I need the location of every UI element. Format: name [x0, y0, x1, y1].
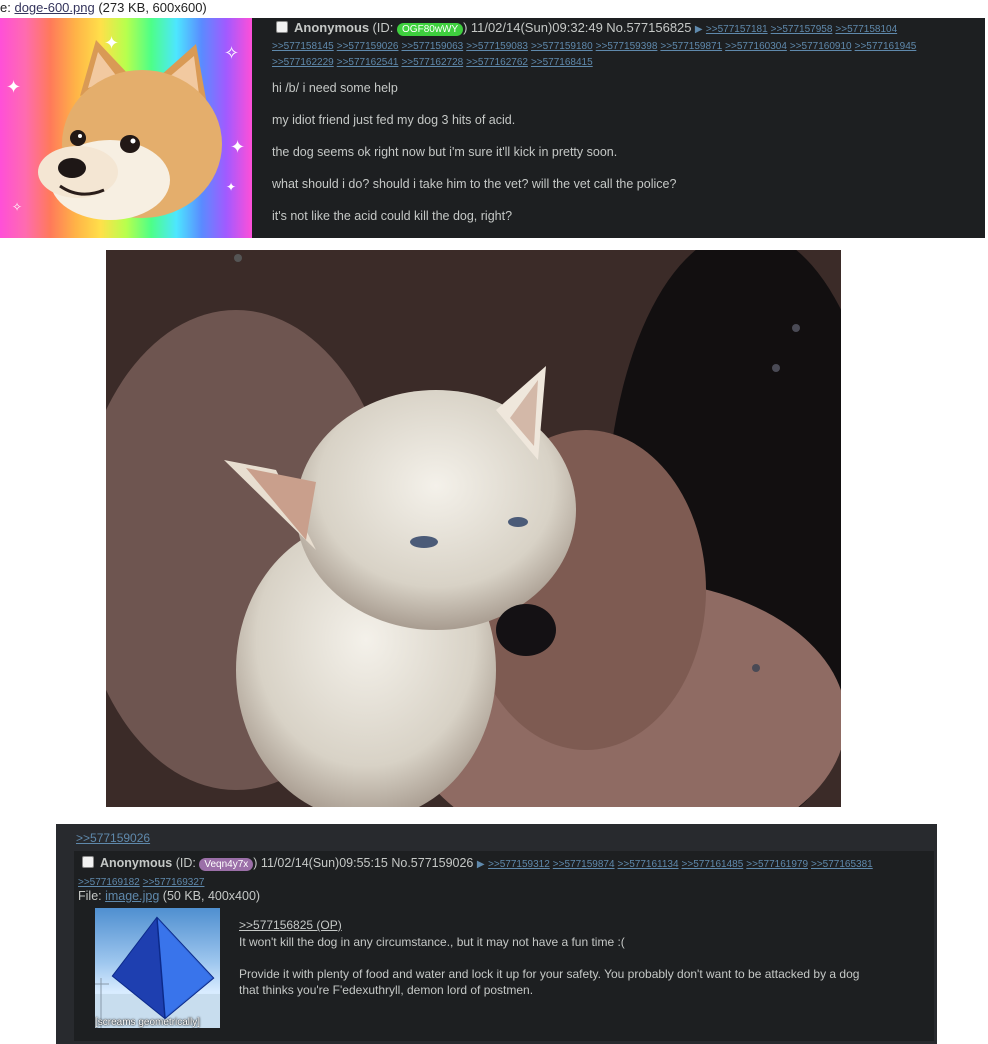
op-message-line: hi /b/ i need some help [272, 81, 398, 95]
op-post: ✦ ✦ ✧ ✦ ✧ ✦ Anonymous (ID: OGF80wWY) 11/… [0, 18, 985, 238]
op-menu-arrow-icon[interactable]: ▶ [695, 24, 703, 35]
reply-op-quote-link[interactable]: >>577156825 (OP) [239, 918, 342, 932]
op-id-open: (ID: [372, 20, 398, 35]
op-message-line: it's not like the acid could kill the do… [272, 209, 513, 223]
op-post-header: Anonymous (ID: OGF80wWY) 11/02/14(Sun)09… [276, 20, 900, 36]
op-backlink[interactable]: >>577157958 [771, 24, 833, 35]
op-backlink[interactable]: >>577157181 [706, 24, 768, 35]
reply-poster-name: Anonymous [100, 856, 173, 870]
op-backlink[interactable]: >>577159180 [531, 41, 593, 52]
op-backlink[interactable]: >>577168415 [531, 57, 593, 68]
op-message-line: my idiot friend just fed my dog 3 hits o… [272, 113, 516, 127]
doge-face-icon [38, 40, 222, 220]
op-file-link[interactable]: doge-600.png [14, 0, 94, 15]
reply-file-label: File: [78, 889, 106, 903]
reply-post-header: Anonymous (ID: Veqn4y7x) 11/02/14(Sun)09… [82, 856, 876, 871]
op-backlinks-line1: >>577157181 >>577157958 >>577158104 [706, 21, 900, 35]
op-backlink[interactable]: >>577159398 [596, 41, 658, 52]
reply-backlink[interactable]: >>577159874 [553, 859, 615, 870]
blue-octahedron-icon [95, 916, 220, 1028]
op-backlink[interactable]: >>577162762 [466, 57, 528, 68]
reply-text-line: Provide it with plenty of food and water… [239, 967, 860, 981]
op-thumbnail-doge[interactable]: ✦ ✦ ✧ ✦ ✧ ✦ [0, 18, 252, 238]
op-backlink[interactable]: >>577159871 [660, 41, 722, 52]
reply-poster-id-badge[interactable]: Veqn4y7x [199, 858, 254, 871]
reply-backlink[interactable]: >>577169182 [78, 877, 140, 888]
op-backlink[interactable]: >>577158145 [272, 41, 334, 52]
op-file-info: e: doge-600.png (273 KB, 600x600) [0, 0, 260, 18]
reply-backlink[interactable]: >>577169327 [143, 877, 205, 888]
op-message-line: the dog seems ok right now but i'm sure … [272, 145, 618, 159]
op-backlinks-line3: >>577162229 >>577162541 >>577162728 >>57716… [272, 54, 596, 68]
reply-id-open: (ID: [175, 856, 200, 870]
reply-backlink[interactable]: >>577161979 [746, 859, 808, 870]
reply-backlinks-line2: >>577169182 >>577169327 [78, 874, 207, 888]
reply-backlink[interactable]: >>577161134 [618, 859, 679, 870]
op-backlink[interactable]: >>577158104 [835, 24, 897, 35]
op-post-datetime: 11/02/14(Sun)09:32:49 [470, 20, 603, 35]
reply-post-datetime: 11/02/14(Sun)09:55:15 [260, 856, 388, 870]
op-post-checkbox[interactable] [276, 21, 288, 33]
reply-text-line: It won't kill the dog in any circumstanc… [239, 935, 625, 949]
op-backlink[interactable]: >>577160304 [725, 41, 787, 52]
op-poster-id-badge[interactable]: OGF80wWY [397, 23, 464, 36]
reply-backlink[interactable]: >>577165381 [811, 859, 873, 870]
op-backlink[interactable]: >>577159063 [401, 41, 463, 52]
op-backlink[interactable]: >>577159083 [466, 41, 528, 52]
reply-file-link[interactable]: image.jpg [105, 889, 159, 903]
reply-post-checkbox[interactable] [82, 856, 94, 868]
op-backlink[interactable]: >>577162229 [272, 57, 334, 68]
reply-backlink[interactable]: >>577159312 [488, 859, 550, 870]
thumbnail-caption: [screams geometrically] [95, 1017, 201, 1028]
op-poster-name: Anonymous [294, 20, 370, 35]
reply-post: Anonymous (ID: Veqn4y7x) 11/02/14(Sun)09… [74, 851, 934, 1041]
reply-backlinks-line1: >>577159312 >>577159874 >>577161134 >>57716… [488, 856, 876, 870]
file-prefix: e: [0, 0, 15, 15]
op-backlink[interactable]: >>577161945 [855, 41, 917, 52]
reply-backlink[interactable]: >>577161485 [682, 859, 744, 870]
reply-quote-header-link[interactable]: >>577159026 [76, 831, 150, 845]
op-message-line: what should i do? should i take him to t… [272, 177, 677, 191]
reply-menu-arrow-icon[interactable]: ▶ [477, 859, 485, 870]
reply-post-number[interactable]: No.577159026 [391, 856, 473, 870]
dog-photo[interactable] [106, 250, 841, 807]
reply-container: >>577159026 Anonymous (ID: Veqn4y7x) 11/… [56, 824, 937, 1044]
white-dog-photo-image [106, 250, 841, 807]
reply-thumbnail[interactable]: [screams geometrically] [95, 908, 220, 1028]
op-backlink[interactable]: >>577159026 [337, 41, 399, 52]
op-file-meta: (273 KB, 600x600) [98, 0, 207, 15]
reply-text-line: that thinks you're F'edexuthryll, demon … [239, 983, 534, 997]
op-id-close: ) [463, 20, 468, 35]
op-backlink[interactable]: >>577162728 [401, 57, 463, 68]
op-post-number[interactable]: No.577156825 [606, 20, 691, 35]
op-backlink[interactable]: >>577162541 [337, 57, 399, 68]
reply-id-close: ) [253, 856, 258, 870]
reply-file-info: File: image.jpg (50 KB, 400x400) [78, 889, 260, 903]
op-backlinks-line2: >>577158145 >>577159026 >>577159063 >>57715… [272, 38, 919, 52]
reply-file-meta: (50 KB, 400x400) [162, 889, 261, 903]
op-backlink[interactable]: >>577160910 [790, 41, 852, 52]
